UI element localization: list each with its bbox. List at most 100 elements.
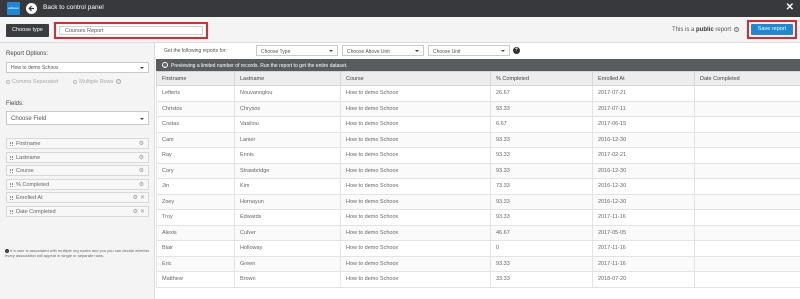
- drag-handle-icon[interactable]: [10, 209, 13, 214]
- cell-date-completed: [694, 178, 800, 195]
- cell-course: How to demo Schoox: [340, 100, 491, 117]
- choose-field-select[interactable]: Choose Field: [6, 111, 149, 125]
- back-arrow-button[interactable]: [26, 3, 37, 14]
- cell-course: How to demo Schoox: [340, 162, 491, 179]
- back-to-control-panel-link[interactable]: Back to control panel: [43, 4, 104, 11]
- cell-firstname: Troy: [156, 209, 235, 226]
- table-row: Ray Ennis How to demo Schoox 93.33 2017-02-2…: [156, 147, 800, 164]
- cell-lastname: Edwards: [234, 209, 341, 226]
- column-header-firstname: Firstname: [156, 71, 235, 86]
- help-icon[interactable]: ?: [116, 79, 121, 84]
- gear-icon[interactable]: ⚙: [139, 154, 144, 161]
- selected-field-item[interactable]: Date Completed ⚙ ✕: [6, 205, 149, 217]
- selected-field-item[interactable]: Firstname ⚙: [6, 138, 149, 149]
- gear-icon[interactable]: ⚙: [133, 208, 138, 215]
- fields-label: Fields:: [6, 101, 24, 107]
- gear-icon[interactable]: ⚙: [139, 140, 144, 147]
- drag-handle-icon[interactable]: [10, 155, 13, 160]
- table-row: Eric Green How to demo Schoox 93.33 2017-11-…: [156, 255, 800, 272]
- remove-field-icon[interactable]: ✕: [140, 208, 145, 215]
- save-report-highlight: Save report: [747, 20, 797, 39]
- cell-enrolled-at: 2016-12-30: [592, 131, 695, 148]
- field-name: % Completed: [16, 181, 50, 188]
- cell-course: How to demo Schoox: [340, 240, 491, 257]
- cell-lastname: Holloway: [234, 240, 341, 257]
- table-row: Blair Holloway How to demo Schoox 0 2017-11-…: [156, 240, 800, 257]
- cell-date-completed: [694, 224, 800, 241]
- cell-enrolled-at: 2016-12-30: [592, 178, 695, 195]
- cell-date-completed: [694, 100, 800, 117]
- close-icon[interactable]: ✕: [786, 2, 794, 14]
- cell-date-completed: [694, 193, 800, 210]
- field-name: Enrolled At: [16, 195, 43, 201]
- cell-percent-completed: 93.33: [490, 255, 593, 272]
- cell-course: How to demo Schoox: [340, 178, 491, 195]
- add-filter-plus-icon[interactable]: +: [513, 47, 520, 54]
- top-bar: schoox Back to control panel ✕: [0, 0, 800, 17]
- field-name: Date Completed: [16, 208, 56, 215]
- remove-field-icon[interactable]: ✕: [140, 194, 145, 201]
- report-options-value: How to demo Schoox: [11, 65, 59, 71]
- drag-handle-icon[interactable]: [10, 182, 13, 187]
- cell-course: How to demo Schoox: [340, 271, 491, 288]
- drag-handle-icon[interactable]: [10, 196, 13, 200]
- choose-type-dropdown[interactable]: Choose Type: [256, 45, 338, 56]
- cell-date-completed: [694, 255, 800, 272]
- cell-course: How to demo Schoox: [340, 193, 491, 210]
- cell-lastname: Kim: [234, 178, 341, 195]
- cell-enrolled-at: 2017-07-21: [592, 85, 695, 102]
- help-icon[interactable]: ?: [733, 27, 739, 32]
- table-row: Jin Kim How to demo Schoox 73.33 2016-12-30: [156, 178, 800, 195]
- report-name-input[interactable]: Courses Report: [59, 26, 203, 35]
- selected-field-item[interactable]: Enrolled At ⚙ ✕: [6, 192, 149, 203]
- cell-firstname: Lefteris: [156, 85, 235, 102]
- gear-icon[interactable]: ⚙: [133, 194, 138, 201]
- report-options-select[interactable]: How to demo Schoox: [6, 62, 149, 73]
- table-row: Lefteris Nouvanoglou How to demo Schoox 26.…: [156, 85, 800, 102]
- cell-percent-completed: 33.33: [490, 271, 593, 288]
- report-preview-table: Firstname Lastname Course % Completed En…: [156, 71, 800, 288]
- dropdown-value: Choose Unit: [433, 48, 461, 55]
- logo-text: schoox: [8, 6, 19, 10]
- table-row: Cam Lanier How to demo Schoox 93.33 2016-12-…: [156, 131, 800, 148]
- cell-firstname: Alexis: [156, 224, 235, 241]
- public-prefix: This is a: [672, 27, 695, 33]
- filters-label: Get the following reports for:: [164, 48, 227, 54]
- cell-date-completed: [694, 116, 800, 133]
- multiple-rows-radio[interactable]: [73, 79, 78, 84]
- report-header: Choose type Courses Report This is a pub…: [0, 17, 800, 43]
- cell-percent-completed: 93.33: [490, 193, 593, 210]
- drag-handle-icon[interactable]: [10, 142, 13, 146]
- cell-percent-completed: 93.33: [490, 100, 593, 117]
- comma-separated-radio[interactable]: [6, 79, 10, 84]
- table-row: Christos Chrysos How to demo Schoox 93.33 20…: [156, 100, 800, 117]
- cell-percent-completed: 0: [490, 240, 593, 257]
- drag-handle-icon[interactable]: [10, 169, 13, 173]
- dropdown-value: Choose Above Unit: [347, 48, 390, 55]
- left-options-panel: Report Options: How to demo Schoox Comma…: [0, 43, 155, 299]
- choose-type-button[interactable]: Choose type: [6, 24, 49, 37]
- info-icon: i: [162, 62, 168, 68]
- table-row: Zoey Hornayun How to demo Schoox 93.33 2016-…: [156, 193, 800, 210]
- public-report-status: This is a public report ?: [672, 27, 739, 33]
- gear-icon[interactable]: ⚙: [139, 181, 144, 188]
- arrow-left-icon: [28, 5, 34, 12]
- choose-field-placeholder: Choose Field: [11, 115, 47, 122]
- selected-field-item[interactable]: Lastname ⚙: [6, 151, 149, 163]
- gear-icon[interactable]: ⚙: [139, 167, 144, 174]
- choose-unit-dropdown[interactable]: Choose Unit: [428, 45, 510, 56]
- choose-above-unit-dropdown[interactable]: Choose Above Unit: [342, 45, 424, 56]
- selected-field-item[interactable]: Course ⚙: [6, 165, 149, 176]
- column-header-enrolled-at: Enrolled At: [592, 71, 695, 86]
- cell-enrolled-at: 2017-05-05: [592, 224, 695, 241]
- cell-date-completed: [694, 162, 800, 179]
- column-header-course: Course: [340, 71, 491, 86]
- cell-date-completed: [694, 147, 800, 164]
- cell-percent-completed: 93.33: [490, 131, 593, 148]
- save-report-button[interactable]: Save report: [751, 24, 793, 35]
- multiple-rows-label: Multiple Rows: [79, 79, 114, 85]
- cell-percent-completed: 93.33: [490, 209, 593, 226]
- public-word: public: [696, 27, 714, 33]
- selected-field-item[interactable]: % Completed ⚙: [6, 178, 149, 190]
- cell-date-completed: [694, 209, 800, 226]
